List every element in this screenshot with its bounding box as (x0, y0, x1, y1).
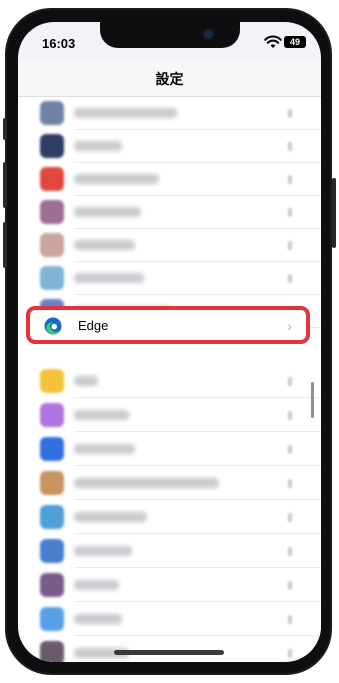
blurred-app-name (74, 240, 135, 250)
settings-app-list (18, 94, 321, 662)
blurred-app-name (74, 580, 120, 590)
page-title: 設定 (155, 71, 184, 87)
blurred-app-name (74, 174, 159, 184)
front-camera (204, 30, 213, 39)
edge-browser-icon (44, 317, 62, 335)
chevron-right-icon (288, 241, 292, 250)
navigation-bar: 設定 (18, 62, 321, 97)
chevron-right-icon (288, 175, 292, 184)
app-icon (40, 607, 64, 631)
app-icon (40, 200, 64, 224)
status-time: 16:03 (42, 36, 76, 51)
chevron-right-icon (288, 411, 292, 420)
blurred-app-name (74, 108, 178, 118)
app-icon (40, 101, 64, 125)
app-icon (40, 233, 64, 257)
blurred-app-name (74, 207, 141, 217)
settings-row-blurred[interactable] (18, 228, 321, 262)
settings-row-blurred[interactable] (18, 534, 321, 568)
settings-row-blurred[interactable] (18, 162, 321, 196)
chevron-right-icon (288, 479, 292, 488)
settings-row-blurred[interactable] (18, 568, 321, 602)
blurred-app-name (74, 614, 123, 624)
blurred-app-name (74, 376, 99, 386)
chevron-right-icon: › (287, 318, 292, 334)
settings-row-edge[interactable]: Edge › (26, 306, 310, 344)
settings-row-blurred[interactable] (18, 96, 321, 130)
app-icon (40, 539, 64, 563)
chevron-right-icon (288, 445, 292, 454)
settings-row-blurred[interactable] (18, 195, 321, 229)
blurred-app-name (74, 141, 123, 151)
chevron-right-icon (288, 513, 292, 522)
blurred-app-name (74, 410, 129, 420)
chevron-right-icon (288, 274, 292, 283)
volume-down-button (3, 222, 7, 268)
blurred-app-name (74, 478, 220, 488)
blurred-app-name (74, 546, 132, 556)
app-icon (40, 573, 64, 597)
blurred-app-name (74, 444, 135, 454)
chevron-right-icon (288, 615, 292, 624)
settings-row-blurred[interactable] (18, 636, 321, 662)
app-icon (40, 266, 64, 290)
edge-row-label: Edge (78, 318, 109, 333)
settings-row-blurred[interactable] (18, 500, 321, 534)
settings-row-blurred[interactable] (18, 129, 321, 163)
chevron-right-icon (288, 109, 292, 118)
battery-indicator: 49 (284, 36, 306, 48)
chevron-right-icon (288, 142, 292, 151)
settings-row-blurred[interactable] (18, 261, 321, 295)
settings-row-blurred[interactable] (18, 432, 321, 466)
settings-row-blurred[interactable] (18, 466, 321, 500)
scroll-indicator[interactable] (311, 382, 314, 418)
notch (100, 22, 240, 48)
chevron-right-icon (288, 547, 292, 556)
app-icon (40, 505, 64, 529)
power-button (332, 178, 336, 248)
chevron-right-icon (288, 649, 292, 658)
app-icon (40, 134, 64, 158)
settings-row-blurred[interactable] (18, 364, 321, 398)
blurred-app-name (74, 273, 144, 283)
app-icon (40, 403, 64, 427)
wifi-icon (264, 35, 282, 48)
app-icon (40, 641, 64, 662)
home-indicator[interactable] (114, 650, 224, 655)
settings-row-blurred[interactable] (18, 398, 321, 432)
chevron-right-icon (288, 208, 292, 217)
app-icon (40, 369, 64, 393)
blurred-app-name (74, 512, 147, 522)
volume-up-button (3, 162, 7, 208)
settings-row-blurred[interactable] (18, 602, 321, 636)
app-icon (40, 471, 64, 495)
chevron-right-icon (288, 377, 292, 386)
chevron-right-icon (288, 581, 292, 590)
app-icon (40, 437, 64, 461)
mute-switch (3, 118, 7, 140)
app-icon (40, 167, 64, 191)
